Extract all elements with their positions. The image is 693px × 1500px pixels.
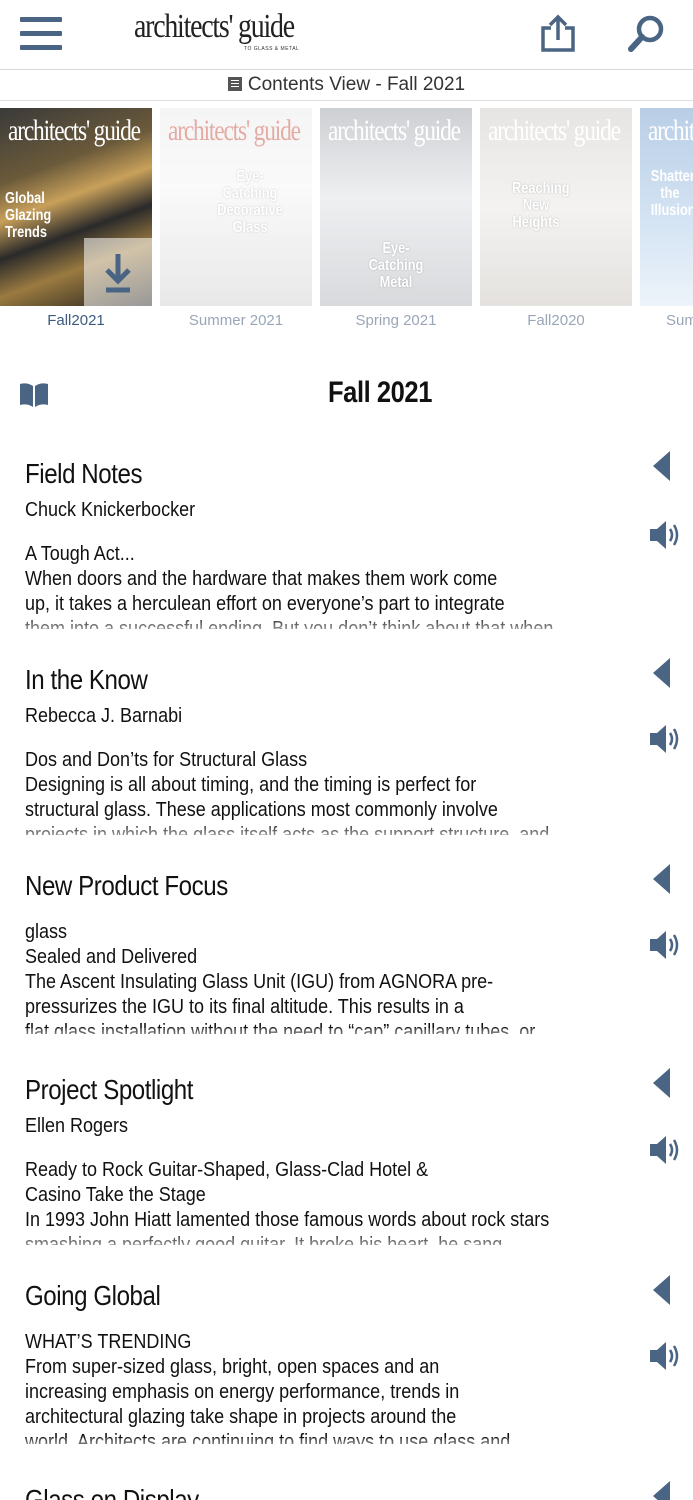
article-line: The Ascent Insulating Glass Unit (IGU) f… <box>25 971 494 993</box>
article-project-spotlight[interactable]: Project Spotlight Ellen Rogers Ready to … <box>0 1074 693 1256</box>
issue-fall-2021[interactable]: architects' guide Global Glazing Trends … <box>0 108 152 329</box>
issue-label: Fall2020 <box>527 312 585 329</box>
article-in-the-know[interactable]: In the Know Rebecca J. Barnabi Dos and D… <box>0 664 693 846</box>
article-line: increasing emphasis on energy performanc… <box>25 1381 460 1403</box>
cover-headline: Global Glazing Trends <box>5 190 52 241</box>
article-author: Rebecca J. Barnabi <box>25 705 183 727</box>
article-line: In 1993 John Hiatt lamented those famous… <box>25 1209 550 1231</box>
article-headline: A Tough Act... <box>25 543 135 565</box>
issue-spring-2021[interactable]: architects' guide Eye-Catching Metal Spr… <box>320 108 472 329</box>
article-title: Glass on Display <box>25 1484 199 1500</box>
app-logo[interactable]: architects' guide TO GLASS & METAL <box>134 8 299 60</box>
expand-arrow-icon[interactable] <box>650 1479 672 1500</box>
issue-cover: archit Shatter the Illusion <box>640 108 693 306</box>
issue-carousel[interactable]: architects' guide Global Glazing Trends … <box>0 108 693 333</box>
article-field-notes[interactable]: Field Notes Chuck Knickerbocker A Tough … <box>0 458 693 640</box>
article-headline: Ready to Rock Guitar-Shaped, Glass-Clad … <box>25 1159 429 1181</box>
article-title: Going Global <box>25 1280 161 1311</box>
article-body: Rebecca J. Barnabi Dos and Don’ts for St… <box>25 704 614 835</box>
article-title: New Product Focus <box>25 870 228 901</box>
article-body: WHAT’S TRENDING From super-sized glass, … <box>25 1330 614 1444</box>
article-line: up, it takes a herculean effort on every… <box>25 593 505 615</box>
article-line: From super-sized glass, bright, open spa… <box>25 1356 440 1378</box>
hamburger-menu-icon[interactable] <box>20 16 62 52</box>
cover-headline: Shatter the Illusion <box>650 168 693 219</box>
article-title: Project Spotlight <box>25 1074 194 1105</box>
article-line: Casino Take the Stage <box>25 1184 206 1206</box>
issue-cover: architects' guide Eye-Catching Metal <box>320 108 472 306</box>
search-icon[interactable] <box>626 14 666 54</box>
expand-arrow-icon[interactable] <box>650 1273 672 1307</box>
issue-summer-2021[interactable]: architects' guide Eye-Catching Decorativ… <box>160 108 312 329</box>
issue-label: Summer 2021 <box>188 312 284 329</box>
issue-cover: architects' guide Reaching New Heights <box>480 108 632 306</box>
cover-headline: Eye-Catching Metal <box>368 240 424 291</box>
issue-fall-2020[interactable]: architects' guide Reaching New Heights F… <box>480 108 632 329</box>
cover-masthead: architects' guide <box>168 114 301 147</box>
audio-speaker-icon[interactable] <box>647 1339 683 1373</box>
article-line: Designing is all about timing, and the t… <box>25 774 477 796</box>
expand-arrow-icon[interactable] <box>650 862 672 896</box>
article-line: When doors and the hardware that makes t… <box>25 568 498 590</box>
article-line: Sealed and Delivered <box>25 946 198 968</box>
audio-speaker-icon[interactable] <box>647 928 683 962</box>
article-headline: Dos and Don’ts for Structural Glass <box>25 749 308 771</box>
issue-summer-2020[interactable]: archit Shatter the Illusion Summer 2020 <box>640 108 693 329</box>
contents-view-label: Contents View - Fall 2021 <box>247 74 466 95</box>
share-icon[interactable] <box>538 14 578 52</box>
contents-view-bar[interactable]: Contents View - Fall 2021 <box>0 71 693 101</box>
expand-arrow-icon[interactable] <box>650 656 672 690</box>
audio-speaker-icon[interactable] <box>647 1133 683 1167</box>
cover-masthead: architects' guide <box>488 114 621 147</box>
article-going-global[interactable]: Going Global WHAT’S TRENDING From super-… <box>0 1280 693 1460</box>
issue-cover: architects' guide Eye-Catching Decorativ… <box>160 108 312 306</box>
article-headline: WHAT’S TRENDING <box>25 1331 192 1353</box>
expand-arrow-icon[interactable] <box>650 449 672 483</box>
logo-subtext: TO GLASS & METAL <box>244 46 300 52</box>
article-body: Chuck Knickerbocker A Tough Act... When … <box>25 498 614 629</box>
article-title: In the Know <box>25 664 148 695</box>
cover-masthead: archit <box>648 114 693 147</box>
audio-speaker-icon[interactable] <box>647 518 683 552</box>
article-headline: glass <box>25 921 68 943</box>
issue-label: Fall2021 <box>47 312 105 329</box>
issue-cover: architects' guide Global Glazing Trends <box>0 108 152 306</box>
download-icon <box>105 254 131 293</box>
logo-text: architects' guide <box>134 8 295 45</box>
article-new-product-focus[interactable]: New Product Focus glass Sealed and Deliv… <box>0 870 693 1050</box>
article-line: architectural glazing take shape in proj… <box>25 1406 457 1428</box>
article-line: pressurizes the IGU to its final altitud… <box>25 996 464 1018</box>
download-button[interactable] <box>84 238 152 306</box>
issue-label: Spring 2021 <box>355 312 437 329</box>
article-body: glass Sealed and Delivered The Ascent In… <box>25 920 614 1034</box>
book-icon[interactable] <box>18 382 50 408</box>
audio-speaker-icon[interactable] <box>647 722 683 756</box>
article-author: Chuck Knickerbocker <box>25 499 196 521</box>
cover-headline: Eye-Catching Decorative Glass <box>217 168 283 236</box>
article-glass-on-display[interactable]: Glass on Display <box>0 1484 693 1500</box>
cover-masthead: architects' guide <box>328 114 461 147</box>
issue-label: Summer 2020 <box>666 312 693 329</box>
cover-masthead: architects' guide <box>8 114 141 147</box>
article-author: Ellen Rogers <box>25 1115 129 1137</box>
issue-title: Fall 2021 <box>328 376 432 409</box>
article-title: Field Notes <box>25 458 143 489</box>
article-line: structural glass. These applications mos… <box>25 799 498 821</box>
cover-headline: Reaching New Heights <box>512 180 570 231</box>
top-bar: architects' guide TO GLASS & METAL <box>0 0 693 70</box>
expand-arrow-icon[interactable] <box>650 1066 672 1100</box>
article-body: Ellen Rogers Ready to Rock Guitar-Shaped… <box>25 1114 614 1245</box>
document-icon <box>227 77 242 91</box>
